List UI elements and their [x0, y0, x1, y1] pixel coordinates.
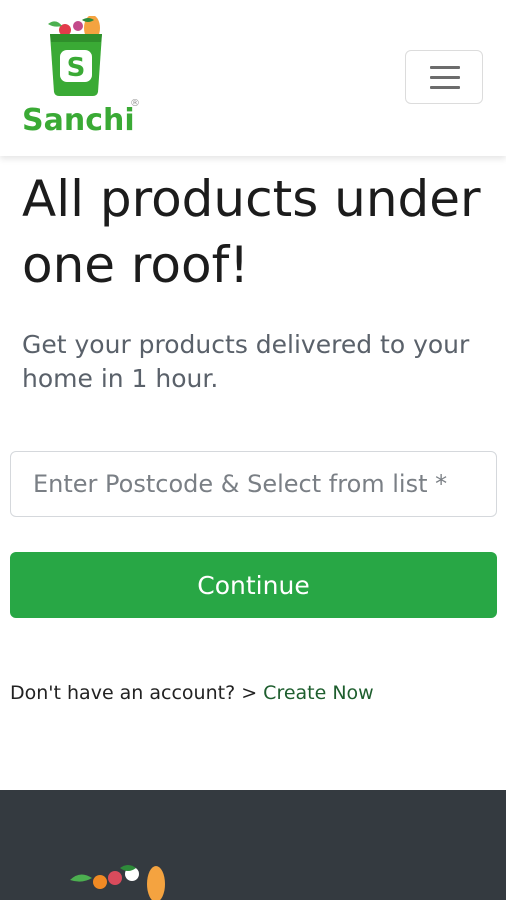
account-prompt: Don't have an account? > Create Now: [10, 680, 374, 706]
hamburger-menu-icon: [430, 66, 460, 69]
footer: [0, 790, 506, 900]
create-now-link[interactable]: Create Now: [263, 682, 374, 704]
leaf-icon: [48, 21, 62, 27]
postcode-input[interactable]: [10, 451, 497, 517]
navbar-toggler-button[interactable]: [405, 50, 483, 104]
sanchi-logo[interactable]: S Sanchi ®: [20, 16, 150, 136]
top-navbar: S Sanchi ®: [0, 0, 506, 156]
registered-mark: ®: [130, 98, 140, 109]
continue-button[interactable]: Continue: [10, 552, 497, 618]
logo-badge-letter: S: [67, 53, 86, 83]
tomato-icon: [108, 871, 122, 885]
bread-icon: [147, 866, 165, 900]
logo-wordmark: Sanchi: [22, 103, 135, 136]
account-prompt-text: Don't have an account? >: [10, 682, 264, 704]
berry-icon: [73, 21, 83, 31]
leaf-icon: [70, 874, 92, 882]
orange-icon: [93, 875, 107, 889]
footer-logo: [70, 865, 165, 900]
hero-title: All products under one roof!: [22, 170, 481, 294]
hero-subtitle: Get your products delivered to your home…: [22, 330, 470, 393]
